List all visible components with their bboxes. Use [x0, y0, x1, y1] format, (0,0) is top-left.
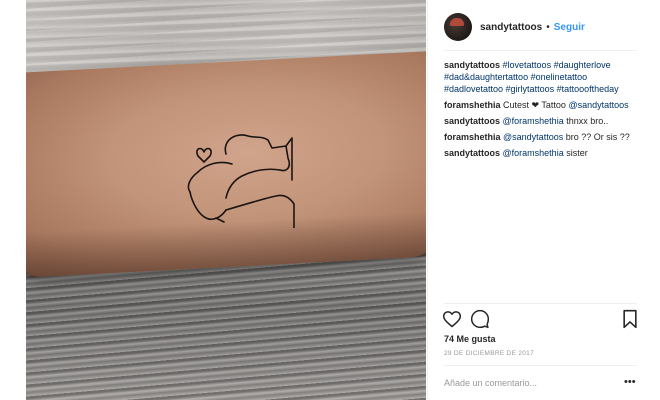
comment-text: Cutest ❤ Tattoo [503, 100, 569, 110]
comment-item: sandytattoos @foramshethia sister [444, 147, 644, 159]
comment-username[interactable]: foramshethia [444, 132, 501, 142]
comment-item: foramshethia @sandytattoos bro ?? Or sis… [444, 131, 644, 143]
actions-divider [444, 303, 637, 304]
comment-username[interactable]: sandytattoos [444, 116, 500, 126]
post-photo[interactable] [26, 0, 426, 400]
comment-mention[interactable]: @sandytattoos [568, 100, 628, 110]
comment-mention[interactable]: @foramshethia [503, 116, 564, 126]
comment-icon[interactable] [470, 309, 490, 329]
follow-button[interactable]: Seguir [554, 22, 585, 33]
comment-text-after: sister [563, 148, 588, 158]
comment-username[interactable]: foramshethia [444, 100, 501, 110]
separator-dot: • [546, 21, 550, 33]
comment-mention[interactable]: @sandytattoos [503, 132, 563, 142]
comment-divider [444, 365, 637, 366]
post-header: sandytattoos • Seguir [444, 12, 585, 42]
comment-text-after: bro ?? Or sis ?? [563, 132, 630, 142]
bookmark-icon[interactable] [620, 309, 640, 329]
caption: sandytattoos #lovetattoos #daughterlove … [444, 59, 644, 95]
add-comment-input[interactable] [444, 375, 614, 391]
more-options-icon[interactable]: ••• [624, 376, 636, 388]
action-bar [442, 309, 642, 331]
heart-icon[interactable] [442, 309, 462, 329]
header-username[interactable]: sandytattoos [480, 22, 542, 33]
comment-username[interactable]: sandytattoos [444, 148, 500, 158]
comments-list: sandytattoos #lovetattoos #daughterlove … [444, 59, 644, 163]
caption-username[interactable]: sandytattoos [444, 60, 500, 70]
avatar[interactable] [444, 13, 472, 41]
tattoo-line-art [187, 134, 295, 228]
header-divider [444, 50, 637, 51]
comment-item: sandytattoos @foramshethia thnxx bro.. [444, 115, 644, 127]
likes-count[interactable]: 74 Me gusta [444, 334, 496, 344]
comment-mention[interactable]: @foramshethia [503, 148, 564, 158]
post-date[interactable]: 29 DE DICIEMBRE DE 2017 [444, 350, 534, 357]
post-sidebar: sandytattoos • Seguir sandytattoos #love… [427, 0, 660, 400]
comment-item: foramshethia Cutest ❤ Tattoo @sandytatto… [444, 99, 644, 111]
comment-text-after: thnxx bro.. [563, 116, 609, 126]
